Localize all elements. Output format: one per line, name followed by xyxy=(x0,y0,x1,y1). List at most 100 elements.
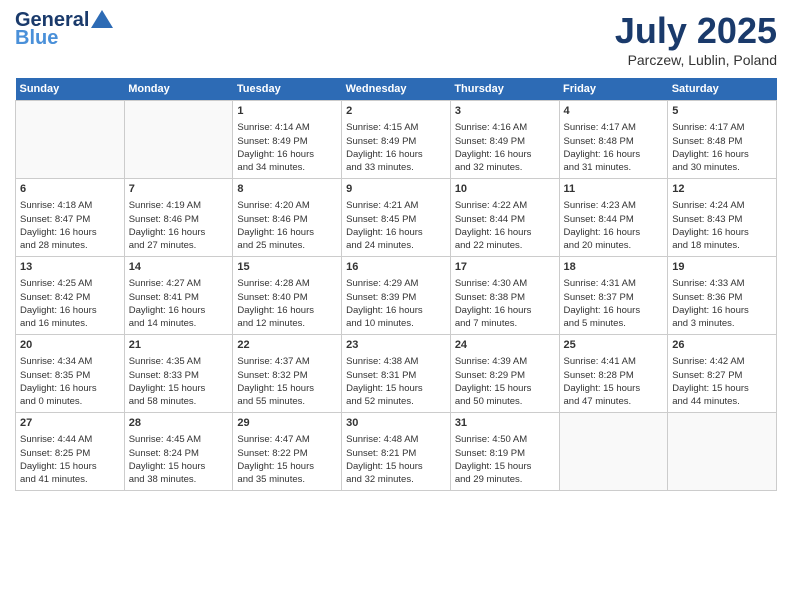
cell-text: Sunrise: 4:42 AM xyxy=(672,355,772,368)
calendar-cell: 9Sunrise: 4:21 AMSunset: 8:45 PMDaylight… xyxy=(342,179,451,257)
cell-text: Sunrise: 4:22 AM xyxy=(455,199,555,212)
cell-text: Sunset: 8:48 PM xyxy=(672,135,772,148)
page-container: General Blue July 2025 Parczew, Lublin, … xyxy=(0,0,792,501)
cell-text: and 38 minutes. xyxy=(129,473,229,486)
cell-text: Daylight: 15 hours xyxy=(129,382,229,395)
calendar-week-row: 20Sunrise: 4:34 AMSunset: 8:35 PMDayligh… xyxy=(16,335,777,413)
day-number: 17 xyxy=(455,260,555,275)
cell-text: Sunrise: 4:39 AM xyxy=(455,355,555,368)
cell-text: Sunrise: 4:18 AM xyxy=(20,199,120,212)
day-number: 22 xyxy=(237,338,337,353)
cell-text: Daylight: 15 hours xyxy=(564,382,664,395)
calendar-cell: 8Sunrise: 4:20 AMSunset: 8:46 PMDaylight… xyxy=(233,179,342,257)
cell-text: and 31 minutes. xyxy=(564,161,664,174)
cell-text: Daylight: 16 hours xyxy=(672,226,772,239)
day-number: 25 xyxy=(564,338,664,353)
header-saturday: Saturday xyxy=(668,78,777,101)
day-number: 18 xyxy=(564,260,664,275)
cell-text: Sunrise: 4:48 AM xyxy=(346,433,446,446)
calendar-cell: 6Sunrise: 4:18 AMSunset: 8:47 PMDaylight… xyxy=(16,179,125,257)
header-monday: Monday xyxy=(124,78,233,101)
cell-text: Daylight: 15 hours xyxy=(455,460,555,473)
cell-text: Sunset: 8:44 PM xyxy=(455,213,555,226)
header-thursday: Thursday xyxy=(450,78,559,101)
logo: General Blue xyxy=(15,10,113,49)
cell-text: and 47 minutes. xyxy=(564,395,664,408)
calendar-cell xyxy=(559,413,668,491)
cell-text: Sunset: 8:38 PM xyxy=(455,291,555,304)
day-number: 30 xyxy=(346,416,446,431)
location: Parczew, Lublin, Poland xyxy=(615,52,777,68)
cell-text: Sunrise: 4:17 AM xyxy=(672,121,772,134)
cell-text: Sunrise: 4:15 AM xyxy=(346,121,446,134)
cell-text: and 50 minutes. xyxy=(455,395,555,408)
cell-text: Sunrise: 4:21 AM xyxy=(346,199,446,212)
cell-text: and 24 minutes. xyxy=(346,239,446,252)
calendar-cell: 19Sunrise: 4:33 AMSunset: 8:36 PMDayligh… xyxy=(668,257,777,335)
day-number: 1 xyxy=(237,104,337,119)
cell-text: Daylight: 15 hours xyxy=(672,382,772,395)
cell-text: Daylight: 15 hours xyxy=(455,382,555,395)
cell-text: Daylight: 16 hours xyxy=(564,148,664,161)
cell-text: Sunrise: 4:31 AM xyxy=(564,277,664,290)
cell-text: and 20 minutes. xyxy=(564,239,664,252)
header: General Blue July 2025 Parczew, Lublin, … xyxy=(15,10,777,68)
cell-text: Sunset: 8:46 PM xyxy=(237,213,337,226)
day-number: 31 xyxy=(455,416,555,431)
logo-icon xyxy=(91,10,113,28)
cell-text: Daylight: 16 hours xyxy=(564,304,664,317)
calendar-cell: 5Sunrise: 4:17 AMSunset: 8:48 PMDaylight… xyxy=(668,101,777,179)
cell-text: Sunrise: 4:16 AM xyxy=(455,121,555,134)
calendar-cell: 27 Sunrise: 4:44 AMSunset: 8:25 PMDayligh… xyxy=(16,413,125,491)
cell-text: Sunrise: 4:29 AM xyxy=(346,277,446,290)
cell-text: Sunrise: 4:41 AM xyxy=(564,355,664,368)
calendar-cell: 15Sunrise: 4:28 AMSunset: 8:40 PMDayligh… xyxy=(233,257,342,335)
cell-text: Daylight: 15 hours xyxy=(129,460,229,473)
cell-text: and 7 minutes. xyxy=(455,317,555,330)
cell-text: and 30 minutes. xyxy=(672,161,772,174)
cell-text: and 29 minutes. xyxy=(455,473,555,486)
calendar-cell: 24Sunrise: 4:39 AMSunset: 8:29 PMDayligh… xyxy=(450,335,559,413)
calendar-cell: 31Sunrise: 4:50 AMSunset: 8:19 PMDayligh… xyxy=(450,413,559,491)
day-number: 6 xyxy=(20,182,120,197)
cell-text: and 32 minutes. xyxy=(455,161,555,174)
cell-text: Daylight: 15 hours xyxy=(237,460,337,473)
day-number: 11 xyxy=(564,182,664,197)
cell-text: Sunrise: 4:24 AM xyxy=(672,199,772,212)
calendar-cell: 28Sunrise: 4:45 AMSunset: 8:24 PMDayligh… xyxy=(124,413,233,491)
cell-text: Daylight: 15 hours xyxy=(346,460,446,473)
calendar-cell xyxy=(16,101,125,179)
cell-text: Daylight: 16 hours xyxy=(237,304,337,317)
cell-text: Sunset: 8:43 PM xyxy=(672,213,772,226)
cell-text: and 22 minutes. xyxy=(455,239,555,252)
cell-text: Daylight: 16 hours xyxy=(237,226,337,239)
cell-text: Sunset: 8:44 PM xyxy=(564,213,664,226)
cell-text: Daylight: 16 hours xyxy=(672,304,772,317)
cell-text: Sunrise: 4:33 AM xyxy=(672,277,772,290)
cell-text: Daylight: 16 hours xyxy=(455,148,555,161)
day-number: 4 xyxy=(564,104,664,119)
cell-text: and 14 minutes. xyxy=(129,317,229,330)
cell-text: Daylight: 16 hours xyxy=(672,148,772,161)
day-number: 7 xyxy=(129,182,229,197)
day-number: 3 xyxy=(455,104,555,119)
cell-text: Sunrise: 4:44 AM xyxy=(20,433,120,446)
cell-text: Sunrise: 4:14 AM xyxy=(237,121,337,134)
cell-text: Sunrise: 4:34 AM xyxy=(20,355,120,368)
cell-text: Sunset: 8:46 PM xyxy=(129,213,229,226)
cell-text: and 33 minutes. xyxy=(346,161,446,174)
day-number: 27 xyxy=(20,416,120,431)
day-number: 28 xyxy=(129,416,229,431)
day-number: 14 xyxy=(129,260,229,275)
cell-text: and 58 minutes. xyxy=(129,395,229,408)
cell-text: Sunrise: 4:25 AM xyxy=(20,277,120,290)
cell-text: Daylight: 16 hours xyxy=(346,148,446,161)
day-number: 10 xyxy=(455,182,555,197)
cell-text: Sunset: 8:25 PM xyxy=(20,447,120,460)
calendar-cell: 14Sunrise: 4:27 AMSunset: 8:41 PMDayligh… xyxy=(124,257,233,335)
cell-text: Daylight: 15 hours xyxy=(20,460,120,473)
calendar-cell: 12Sunrise: 4:24 AMSunset: 8:43 PMDayligh… xyxy=(668,179,777,257)
cell-text: Daylight: 16 hours xyxy=(455,226,555,239)
calendar-week-row: 13Sunrise: 4:25 AMSunset: 8:42 PMDayligh… xyxy=(16,257,777,335)
month-title: July 2025 xyxy=(615,10,777,52)
